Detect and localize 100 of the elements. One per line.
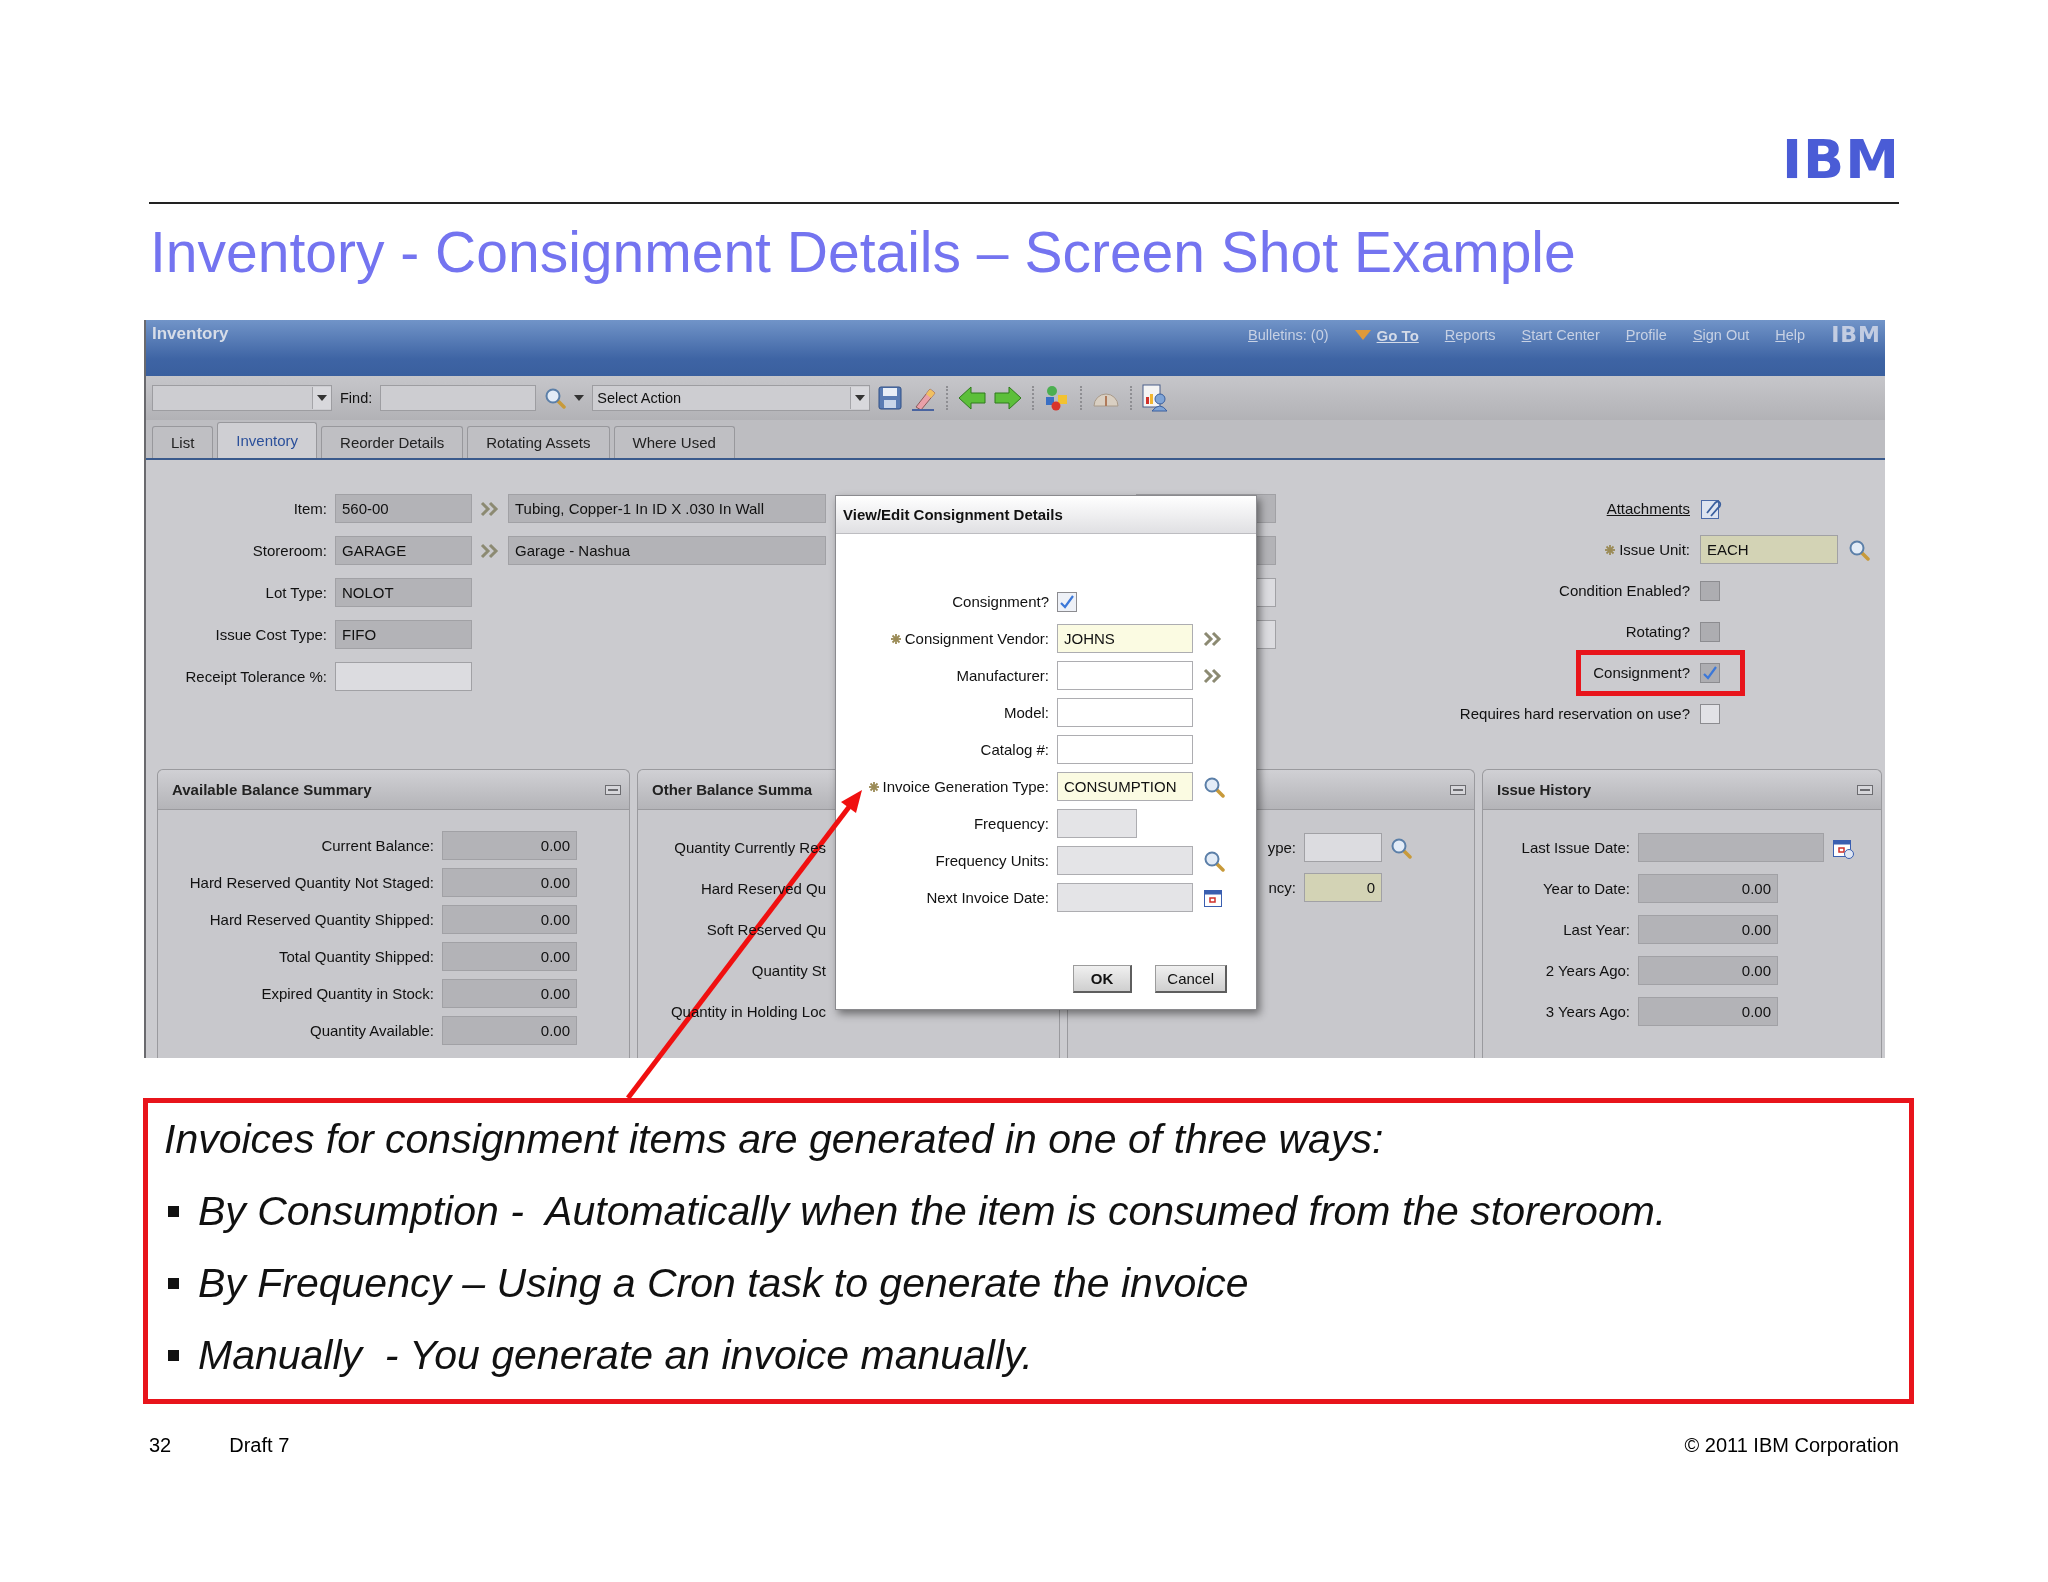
input-field[interactable] xyxy=(1057,883,1193,912)
input-field[interactable]: NOLOT xyxy=(335,578,472,607)
bullet-text: By Consumption - Automatically when the item is consumed from the storeroom. xyxy=(198,1187,1667,1236)
input-field[interactable]: 560-00 xyxy=(335,494,472,523)
double-chevron-icon[interactable] xyxy=(480,500,500,517)
field-label: Last Year: xyxy=(1563,921,1630,938)
required-asterisk-icon xyxy=(868,781,879,792)
input-field[interactable]: 0.00 xyxy=(442,942,577,971)
input-field[interactable]: 0.00 xyxy=(1638,915,1778,944)
caret-icon xyxy=(317,395,327,401)
search-icon[interactable] xyxy=(1390,836,1412,859)
input-field[interactable]: 0.00 xyxy=(1638,874,1778,903)
field-label: Issue Unit: xyxy=(1619,541,1690,558)
input-field[interactable]: 0.00 xyxy=(442,831,577,860)
input-field[interactable]: 0.00 xyxy=(442,905,577,934)
back-arrow-icon xyxy=(958,386,987,410)
checkbox[interactable] xyxy=(1700,703,1720,724)
input-field[interactable]: FIFO xyxy=(335,620,472,649)
input-field[interactable]: 0.00 xyxy=(442,979,577,1008)
double-chevron-icon[interactable] xyxy=(480,542,500,559)
field-label: Issue Cost Type: xyxy=(215,626,327,643)
field-label: 3 Years Ago: xyxy=(1545,1003,1630,1020)
draft-label: Draft 7 xyxy=(229,1434,290,1457)
input-field[interactable]: GARAGE xyxy=(335,536,472,565)
tab[interactable]: Rotating Assets xyxy=(467,426,610,458)
input-field[interactable] xyxy=(1057,846,1193,875)
field-label: Catalog #: xyxy=(980,741,1049,758)
input-field[interactable]: 0 xyxy=(1304,873,1382,902)
search-icon[interactable] xyxy=(1203,849,1225,872)
ibm-logo: IBM xyxy=(1782,133,1900,187)
field-label: ype: xyxy=(1267,839,1296,856)
field-label: Frequency: xyxy=(973,815,1049,832)
field-label: Hard Reserved Quantity Not Staged: xyxy=(189,874,434,891)
field-label: Consignment? xyxy=(952,593,1049,610)
minimize-icon[interactable] xyxy=(1857,784,1873,795)
find-label: Find: xyxy=(340,390,373,406)
find-field[interactable] xyxy=(380,385,537,411)
double-chevron-icon[interactable] xyxy=(1203,667,1223,684)
input-field[interactable]: Tubing, Copper-1 In ID X .030 In Wall xyxy=(508,494,826,523)
ok-button[interactable]: OK xyxy=(1072,965,1133,993)
input-field[interactable] xyxy=(335,662,472,691)
input-field[interactable] xyxy=(1638,833,1824,862)
field-label: Manufacturer: xyxy=(956,667,1049,684)
input-field[interactable]: Garage - Nashua xyxy=(508,536,826,565)
field-label: Quantity St xyxy=(751,962,826,979)
tab[interactable]: Where Used xyxy=(613,426,735,458)
field-label: Invoice Generation Type: xyxy=(882,778,1049,795)
input-field[interactable]: CONSUMPTION xyxy=(1057,772,1193,801)
field-label: Last Issue Date: xyxy=(1521,839,1630,856)
panel-title: Available Balance Summary xyxy=(172,781,372,798)
input-field[interactable]: 0.00 xyxy=(1638,956,1778,985)
field-label: Frequency Units: xyxy=(935,852,1049,869)
copyright: © 2011 IBM Corporation xyxy=(1684,1434,1899,1457)
field-label: Next Invoice Date: xyxy=(926,889,1049,906)
dropdown[interactable] xyxy=(152,385,332,411)
caret-icon xyxy=(574,395,585,401)
search-icon[interactable] xyxy=(544,387,567,409)
dialog-title: View/Edit Consignment Details xyxy=(836,496,1256,534)
bullet-text: By Frequency – Using a Cron task to generate the invoice xyxy=(198,1259,1249,1308)
minimize-icon[interactable] xyxy=(1450,784,1466,795)
attachments-link[interactable]: Attachments xyxy=(1606,500,1690,517)
input-field[interactable]: 0.00 xyxy=(1638,997,1778,1026)
field-label: Receipt Tolerance %: xyxy=(185,668,327,685)
field-label: Expired Quantity in Stock: xyxy=(261,985,434,1002)
double-chevron-icon[interactable] xyxy=(1203,630,1223,647)
field-label: Current Balance: xyxy=(321,837,434,854)
panel-title: Other Balance Summa xyxy=(652,781,813,798)
bullet-icon xyxy=(168,1205,179,1217)
slide-title: Inventory - Consignment Details – Screen Shot Example xyxy=(150,219,1577,286)
checkbox[interactable] xyxy=(1057,591,1077,612)
search-icon[interactable] xyxy=(1848,538,1870,561)
field-label: Total Quantity Shipped: xyxy=(278,948,434,965)
tab[interactable]: Inventory xyxy=(217,422,318,458)
checkbox[interactable] xyxy=(1700,621,1720,642)
input-field[interactable] xyxy=(1057,698,1193,727)
checkbox[interactable] xyxy=(1700,662,1720,683)
input-field[interactable] xyxy=(1304,833,1382,862)
input-field[interactable]: EACH xyxy=(1700,535,1838,564)
input-field[interactable] xyxy=(1057,661,1193,690)
input-field[interactable]: 0.00 xyxy=(442,868,577,897)
tab[interactable]: List xyxy=(152,426,214,458)
search-icon[interactable] xyxy=(1203,775,1225,798)
input-field[interactable]: JOHNS xyxy=(1057,624,1193,653)
field-label: Consignment Vendor: xyxy=(904,630,1049,647)
checkbox[interactable] xyxy=(1700,580,1720,601)
input-field[interactable] xyxy=(1057,809,1137,838)
action-select[interactable]: Select Action xyxy=(592,385,871,411)
tab[interactable]: Reorder Details xyxy=(321,426,464,458)
input-field[interactable]: 0.00 xyxy=(442,1016,577,1045)
bullet-icon xyxy=(168,1349,179,1361)
minimize-icon[interactable] xyxy=(605,784,621,795)
field-label: Storeroom: xyxy=(252,542,327,559)
cancel-button[interactable]: Cancel xyxy=(1155,965,1227,993)
bullet-text: Manually - You generate an invoice manually. xyxy=(198,1331,1033,1380)
panel-title: Issue History xyxy=(1497,781,1592,798)
field-label: Hard Reserved Quantity Shipped: xyxy=(209,911,434,928)
field-label: Quantity Available: xyxy=(310,1022,434,1039)
triangle-icon xyxy=(1354,330,1371,340)
forward-arrow-icon xyxy=(994,386,1023,410)
input-field[interactable] xyxy=(1057,735,1193,764)
